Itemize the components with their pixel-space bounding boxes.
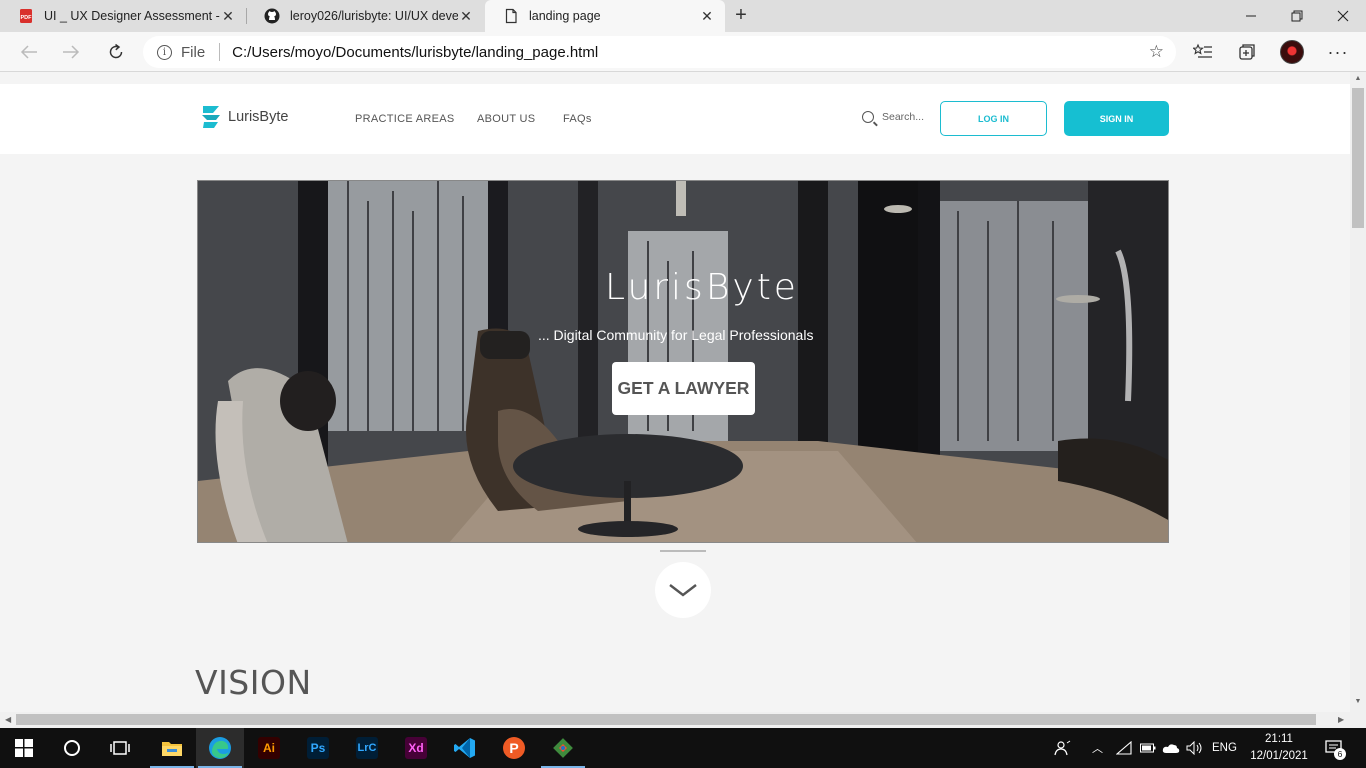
brand-name: LurisByte — [228, 109, 289, 125]
notifications-icon[interactable]: 6 — [1324, 728, 1346, 768]
xd-label: Xd — [405, 737, 427, 759]
notification-badge: 6 — [1334, 748, 1346, 760]
network-icon[interactable] — [1116, 728, 1132, 768]
illustrator-icon[interactable]: Ai — [245, 728, 293, 768]
people-icon[interactable] — [1054, 728, 1072, 768]
show-hidden-icons-icon[interactable]: ︿ — [1092, 728, 1103, 768]
postman-label: P — [503, 737, 525, 759]
vertical-scrollbar[interactable]: ▲ ▼ — [1350, 72, 1366, 712]
clock-time: 21:11 — [1265, 733, 1293, 745]
nav-faqs[interactable]: FAQs — [563, 113, 592, 125]
nav-practice-areas[interactable]: PRACTICE AREAS — [355, 113, 455, 125]
info-icon[interactable]: i — [157, 44, 172, 60]
refresh-icon[interactable] — [101, 38, 131, 66]
signin-button[interactable]: SIGN IN — [1064, 101, 1169, 136]
new-tab-button[interactable]: + — [730, 4, 752, 28]
hero-banner: LurisByte ... Digital Community for Lega… — [197, 180, 1169, 543]
search-icon — [862, 111, 874, 123]
file-explorer-icon[interactable] — [148, 728, 196, 768]
tab-title: leroy026/lurisbyte: UI/UX develo — [290, 9, 458, 23]
scrollbar-corner — [1350, 712, 1366, 728]
scroll-left-icon[interactable]: ◀ — [5, 715, 11, 724]
restore-icon[interactable] — [1274, 0, 1320, 32]
illustrator-label: Ai — [258, 737, 280, 759]
close-window-icon[interactable] — [1320, 0, 1366, 32]
scrollbar-thumb[interactable] — [16, 714, 1316, 725]
nav-about-us[interactable]: ABOUT US — [477, 113, 535, 125]
hero-title: LurisByte — [605, 267, 799, 308]
tab-assessment-pdf[interactable]: PDF UI _ UX Designer Assessment - lu ✕ — [0, 0, 246, 32]
start-icon[interactable] — [0, 728, 48, 768]
browser-tab-strip: PDF UI _ UX Designer Assessment - lu ✕ l… — [0, 0, 1366, 32]
pdf-icon: PDF — [18, 8, 34, 24]
favorite-star-icon[interactable]: ☆ — [1149, 42, 1164, 62]
battery-icon[interactable] — [1140, 728, 1156, 768]
tab-landing-page[interactable]: landing page ✕ — [485, 0, 725, 32]
address-bar[interactable]: i File C:/Users/moyo/Documents/lurisbyte… — [143, 36, 1176, 68]
brand-logo[interactable]: LurisByte — [200, 104, 288, 130]
site-header: LurisByte PRACTICE AREAS ABOUT US FAQs S… — [0, 84, 1350, 154]
git-icon[interactable] — [539, 728, 587, 768]
page-icon — [503, 8, 519, 24]
scroll-down-icon[interactable]: ▼ — [1350, 698, 1366, 705]
task-view-icon[interactable] — [96, 728, 144, 768]
horizontal-scrollbar[interactable]: ◀ ▶ — [0, 712, 1350, 728]
more-options-icon[interactable]: ··· — [1326, 40, 1350, 64]
search-icon[interactable] — [48, 728, 96, 768]
login-button[interactable]: LOG IN — [940, 101, 1047, 136]
vision-heading: VISION — [195, 663, 312, 702]
photoshop-label: Ps — [307, 737, 329, 759]
windows-taskbar: Ai Ps LrC Xd P ︿ ENG 21:11 12/01/2021 6 — [0, 728, 1366, 768]
search-placeholder: Search... — [882, 111, 925, 123]
address-divider — [219, 43, 221, 61]
edge-icon[interactable] — [196, 728, 244, 768]
vscode-icon[interactable] — [441, 728, 489, 768]
back-arrow-icon[interactable] — [14, 38, 44, 66]
tab-title: UI _ UX Designer Assessment - lu — [44, 9, 220, 23]
onedrive-icon[interactable] — [1162, 728, 1180, 768]
volume-icon[interactable] — [1186, 728, 1204, 768]
tab-github-repo[interactable]: leroy026/lurisbyte: UI/UX develo ✕ — [246, 0, 484, 32]
favorites-list-icon[interactable] — [1191, 40, 1215, 64]
scrollbar-thumb[interactable] — [1352, 88, 1364, 228]
collections-icon[interactable] — [1235, 40, 1259, 64]
profile-avatar[interactable] — [1280, 40, 1304, 64]
clock-date: 12/01/2021 — [1250, 750, 1308, 762]
close-icon[interactable]: ✕ — [220, 8, 236, 25]
scroll-down-button[interactable] — [655, 562, 711, 618]
get-a-lawyer-button[interactable]: GET A LAWYER — [612, 362, 755, 415]
svg-text:PDF: PDF — [21, 15, 33, 21]
scroll-up-icon[interactable]: ▲ — [1350, 75, 1366, 82]
close-icon[interactable]: ✕ — [699, 8, 715, 25]
system-clock[interactable]: 21:11 12/01/2021 — [1246, 731, 1312, 765]
postman-icon[interactable]: P — [490, 728, 538, 768]
github-icon — [264, 8, 280, 24]
address-scheme: File — [181, 43, 206, 61]
address-url[interactable]: C:/Users/moyo/Documents/lurisbyte/landin… — [232, 44, 598, 61]
lightroom-classic-icon[interactable]: LrC — [343, 728, 391, 768]
minimize-icon[interactable] — [1228, 0, 1274, 32]
xd-icon[interactable]: Xd — [392, 728, 440, 768]
input-language[interactable]: ENG — [1212, 728, 1237, 768]
close-icon[interactable]: ✕ — [458, 8, 474, 25]
lightroom-label: LrC — [356, 737, 378, 759]
scroll-divider — [660, 550, 706, 552]
photoshop-icon[interactable]: Ps — [294, 728, 342, 768]
page-viewport: LurisByte PRACTICE AREAS ABOUT US FAQs S… — [0, 72, 1350, 712]
forward-arrow-icon[interactable] — [56, 38, 86, 66]
hero-subtitle: ... Digital Community for Legal Professi… — [538, 327, 814, 343]
browser-toolbar: i File C:/Users/moyo/Documents/lurisbyte… — [0, 32, 1366, 72]
scroll-right-icon[interactable]: ▶ — [1338, 715, 1344, 724]
chevron-down-icon — [669, 584, 697, 597]
site-search[interactable]: Search... — [862, 111, 924, 123]
tab-title: landing page — [529, 9, 601, 23]
logo-icon — [202, 106, 220, 128]
